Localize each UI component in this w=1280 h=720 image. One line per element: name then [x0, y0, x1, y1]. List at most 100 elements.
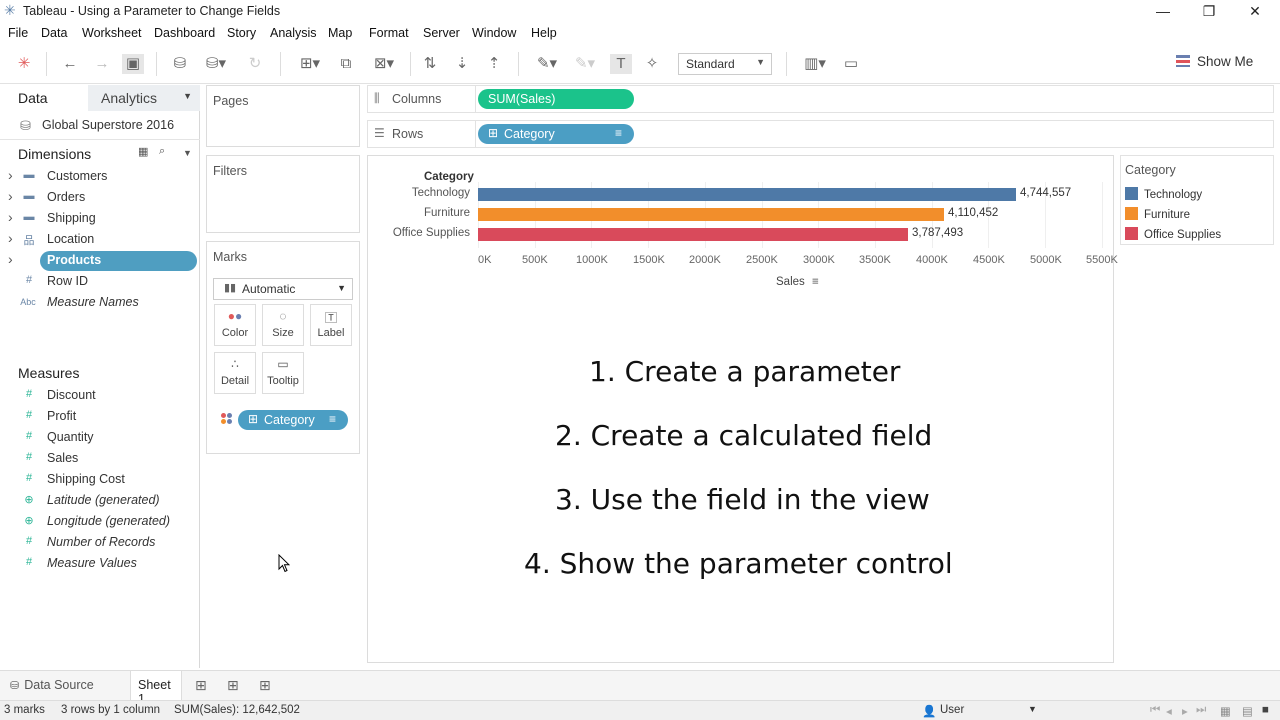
- sheet-nav-next-icon[interactable]: ▸: [1182, 704, 1188, 718]
- new-worksheet-icon[interactable]: ⊞: [195, 677, 207, 694]
- pause-updates-icon[interactable]: ⛁▾: [200, 54, 232, 74]
- measure-latitude-generated[interactable]: ⊕ Latitude (generated): [0, 491, 198, 511]
- menu-server[interactable]: Server: [423, 26, 460, 40]
- minimize-icon[interactable]: —: [1148, 1, 1178, 21]
- legend-item-technology[interactable]: Technology: [1125, 187, 1202, 201]
- menu-dashboard[interactable]: Dashboard: [154, 26, 215, 40]
- rows-category-pill[interactable]: ⊞ Category ≡: [478, 124, 634, 144]
- menu-window[interactable]: Window: [472, 26, 516, 40]
- show-me-button[interactable]: Show Me: [1176, 54, 1253, 69]
- pages-card[interactable]: Pages: [206, 85, 360, 147]
- highlight-icon[interactable]: ✎▾: [530, 54, 564, 74]
- marks-category-pill[interactable]: ⊞ Category ≡: [238, 410, 348, 430]
- dimension-shipping[interactable]: › ▬ Shipping: [0, 209, 198, 229]
- chevron-right-icon[interactable]: ›: [8, 230, 13, 246]
- dimension-location[interactable]: › 品 Location: [0, 230, 198, 250]
- tableau-home-icon[interactable]: ✳: [14, 54, 34, 74]
- detail-button[interactable]: ∴ Detail: [214, 352, 256, 394]
- group-members-icon[interactable]: ✎▾: [570, 54, 600, 74]
- menu-file[interactable]: File: [8, 26, 28, 40]
- fit-select[interactable]: Standard ▼: [678, 53, 772, 75]
- menu-help[interactable]: Help: [531, 26, 557, 40]
- dimension-row-id[interactable]: # Row ID: [0, 272, 198, 292]
- measure-shipping-cost[interactable]: # Shipping Cost: [0, 470, 198, 490]
- tab-data-source[interactable]: ⛁ Data Source: [10, 678, 94, 692]
- tab-analytics[interactable]: Analytics ▼: [88, 85, 200, 111]
- swap-rows-columns-icon[interactable]: ⇅: [420, 54, 440, 74]
- user-menu[interactable]: User: [940, 704, 964, 716]
- measure-profit[interactable]: # Profit: [0, 407, 198, 427]
- columns-sum-sales-pill[interactable]: SUM(Sales): [478, 89, 634, 109]
- bar-technology[interactable]: [478, 188, 1016, 201]
- refresh-icon[interactable]: ↻: [240, 54, 270, 74]
- chevron-right-icon[interactable]: ›: [8, 209, 13, 225]
- chevron-right-icon[interactable]: ›: [8, 251, 13, 267]
- filters-card[interactable]: Filters: [206, 155, 360, 233]
- legend-item-office-supplies[interactable]: Office Supplies: [1125, 227, 1221, 241]
- rows-shelf[interactable]: ☰ Rows ⊞ Category ≡: [367, 120, 1274, 148]
- duplicate-sheet-icon[interactable]: ⧉: [336, 54, 356, 74]
- bar-furniture[interactable]: [478, 208, 944, 221]
- sheet-nav-last-icon[interactable]: ⏭: [1196, 704, 1206, 717]
- sheet-sorter-icon[interactable]: ▦: [1220, 704, 1231, 718]
- menu-worksheet[interactable]: Worksheet: [82, 26, 142, 40]
- category-label[interactable]: Office Supplies: [393, 227, 470, 239]
- fix-axes-icon[interactable]: ✧: [642, 54, 662, 74]
- menu-format[interactable]: Format: [369, 26, 409, 40]
- close-icon[interactable]: ✕: [1240, 1, 1270, 21]
- sales-axis-title[interactable]: Sales ≡: [776, 276, 819, 288]
- menu-data[interactable]: Data: [41, 26, 67, 40]
- chevron-down-icon[interactable]: ▼: [183, 148, 192, 158]
- menu-story[interactable]: Story: [227, 26, 256, 40]
- bar-office-supplies[interactable]: [478, 228, 908, 241]
- redo-icon[interactable]: →: [92, 54, 112, 74]
- tab-data[interactable]: Data: [0, 85, 88, 111]
- measure-sales[interactable]: # Sales: [0, 449, 198, 469]
- save-icon[interactable]: ▣: [122, 54, 144, 74]
- chevron-right-icon[interactable]: ›: [8, 188, 13, 204]
- new-story-icon[interactable]: ⊞: [259, 677, 271, 694]
- chevron-down-icon[interactable]: ▼: [1028, 704, 1037, 714]
- measure-number-of-records[interactable]: # Number of Records: [0, 533, 198, 553]
- legend-item-furniture[interactable]: Furniture: [1125, 207, 1190, 221]
- columns-shelf[interactable]: ⫼ Columns SUM(Sales): [367, 85, 1274, 113]
- measure-discount[interactable]: # Discount: [0, 386, 198, 406]
- tooltip-button[interactable]: ▭ Tooltip: [262, 352, 304, 394]
- filmstrip-icon[interactable]: ▤: [1242, 704, 1253, 718]
- sheet-nav-prev-icon[interactable]: ◂: [1166, 704, 1172, 718]
- sort-ascending-icon[interactable]: ⇣: [452, 54, 472, 74]
- new-worksheet-icon[interactable]: ⊞▾: [292, 54, 328, 74]
- show-mark-labels-icon[interactable]: T: [610, 54, 632, 74]
- datasource-item[interactable]: ⛁ Global Superstore 2016: [0, 112, 200, 140]
- dimension-orders[interactable]: › ▬ Orders: [0, 188, 198, 208]
- menu-analysis[interactable]: Analysis: [270, 26, 317, 40]
- undo-icon[interactable]: ←: [60, 54, 80, 74]
- restore-icon[interactable]: ❐: [1194, 1, 1224, 21]
- marks-type-select[interactable]: ▮▮ Automatic ▼: [213, 278, 353, 300]
- measure-longitude-generated[interactable]: ⊕ Longitude (generated): [0, 512, 198, 532]
- new-datasource-icon[interactable]: ⛁: [170, 54, 190, 74]
- dimension-customers[interactable]: › ▬ Customers: [0, 167, 198, 187]
- show-cards-icon[interactable]: ▥▾: [798, 54, 832, 74]
- view-list-icon[interactable]: ▦: [138, 145, 148, 158]
- dimension-products[interactable]: › 品 Products: [0, 251, 198, 271]
- label-button[interactable]: 🅃 Label: [310, 304, 352, 346]
- category-label[interactable]: Technology: [412, 187, 470, 199]
- presentation-mode-icon[interactable]: ▭: [840, 54, 862, 74]
- tab-sheet-1[interactable]: Sheet 1: [130, 671, 182, 706]
- field-label: Number of Records: [47, 535, 156, 549]
- measure-measure-values[interactable]: # Measure Values: [0, 554, 198, 574]
- chevron-right-icon[interactable]: ›: [8, 167, 13, 183]
- new-dashboard-icon[interactable]: ⊞: [227, 677, 239, 694]
- tabs-view-icon[interactable]: ■: [1262, 704, 1269, 716]
- search-icon[interactable]: ⌕: [159, 145, 165, 158]
- size-button[interactable]: ◌ Size: [262, 304, 304, 346]
- color-button[interactable]: ●● Color: [214, 304, 256, 346]
- sheet-nav-first-icon[interactable]: ⏮: [1150, 704, 1160, 717]
- category-label[interactable]: Furniture: [424, 207, 470, 219]
- measure-quantity[interactable]: # Quantity: [0, 428, 198, 448]
- dimension-measure-names[interactable]: Abc Measure Names: [0, 293, 198, 313]
- menu-map[interactable]: Map: [328, 26, 352, 40]
- clear-sheet-icon[interactable]: ⊠▾: [366, 54, 402, 74]
- sort-descending-icon[interactable]: ⇡: [484, 54, 504, 74]
